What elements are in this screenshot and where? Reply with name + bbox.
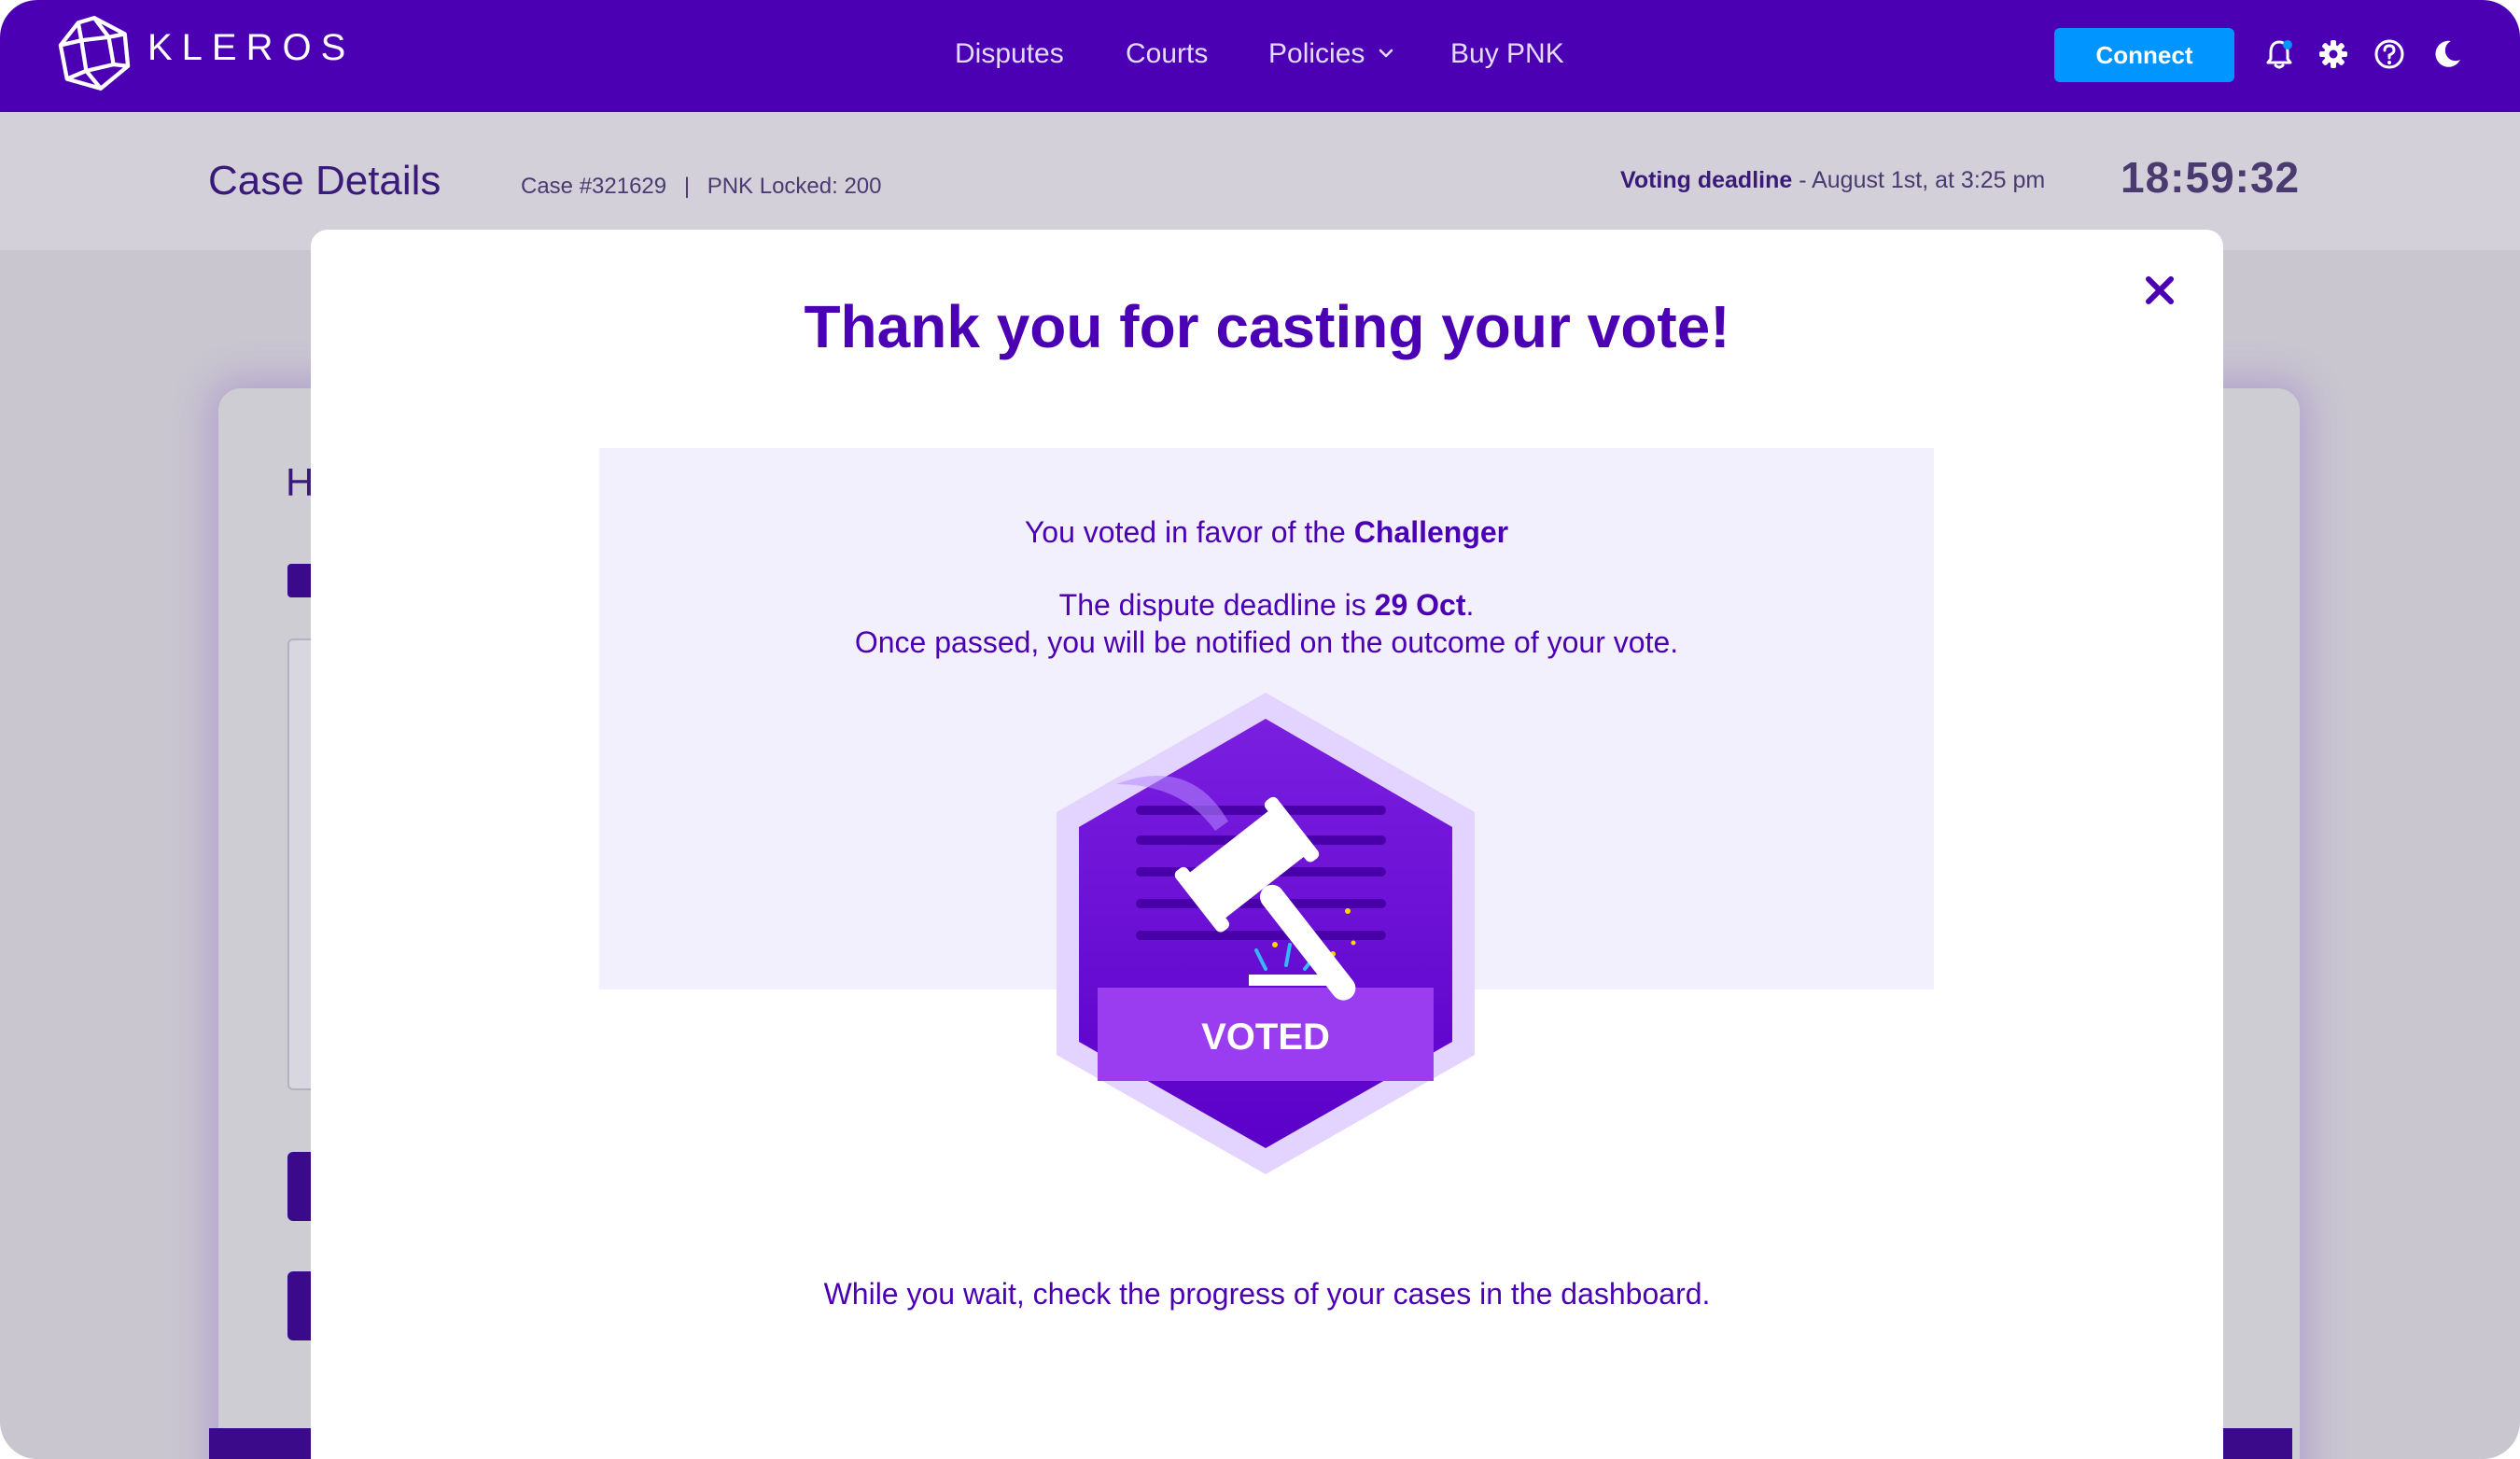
deadline-suffix: .	[1465, 588, 1475, 622]
wait-message: While you wait, check the progress of yo…	[823, 1277, 1711, 1311]
voted-badge-icon: VOTED	[1057, 693, 1475, 1174]
vote-confirmation-modal: Thank you for casting your vote! You vot…	[311, 230, 2223, 1459]
dispute-deadline-text: The dispute deadline is 29 Oct.	[599, 586, 1934, 624]
bell-icon[interactable]	[2262, 37, 2296, 71]
help-icon[interactable]	[2373, 37, 2406, 71]
voting-deadline: Voting deadline - August 1st, at 3:25 pm	[1620, 164, 2045, 196]
case-number: Case #321629	[521, 174, 667, 199]
voted-party: Challenger	[1353, 515, 1509, 549]
moon-icon[interactable]	[2430, 37, 2464, 71]
nav-link-buy-pnk[interactable]: Buy PNK	[1450, 35, 1564, 73]
gear-icon[interactable]	[2317, 37, 2350, 71]
badge-label: VOTED	[1201, 1017, 1330, 1058]
brand-name[interactable]: KLEROS	[147, 26, 355, 69]
pnk-locked: PNK Locked: 200	[707, 174, 882, 199]
notify-text: Once passed, you will be notified on the…	[854, 625, 1679, 659]
page-title: Case Details	[208, 158, 441, 203]
countdown-timer: 18:59:32	[2121, 153, 2301, 202]
voting-deadline-label: Voting deadline	[1620, 167, 1793, 193]
vote-info-box: You voted in favor of the Challenger The…	[599, 448, 1934, 1174]
voted-prefix: You voted in favor of the	[1024, 515, 1354, 549]
chevron-down-icon[interactable]	[1378, 47, 1394, 60]
background-heading: H	[286, 460, 315, 504]
meta-separator: |	[683, 174, 691, 199]
app-window: KLEROS Disputes Courts Policies Buy PNK …	[0, 0, 2520, 1459]
nav-link-policies[interactable]: Policies	[1268, 35, 1365, 73]
connect-button[interactable]: Connect	[2054, 28, 2234, 82]
deadline-prefix: The dispute deadline is	[1058, 588, 1375, 622]
case-meta: Case #321629 | PNK Locked: 200	[521, 172, 882, 202]
voting-deadline-value: - August 1st, at 3:25 pm	[1792, 167, 2046, 193]
top-navbar: KLEROS Disputes Courts Policies Buy PNK …	[0, 0, 2520, 112]
deadline-date: 29 Oct	[1374, 588, 1466, 622]
nav-link-courts[interactable]: Courts	[1126, 35, 1208, 73]
nav-link-disputes[interactable]: Disputes	[955, 35, 1064, 73]
voted-for-text: You voted in favor of the Challenger	[599, 513, 1934, 551]
kleros-logo-icon[interactable]	[54, 13, 134, 93]
modal-title: Thank you for casting your vote!	[804, 293, 1730, 360]
